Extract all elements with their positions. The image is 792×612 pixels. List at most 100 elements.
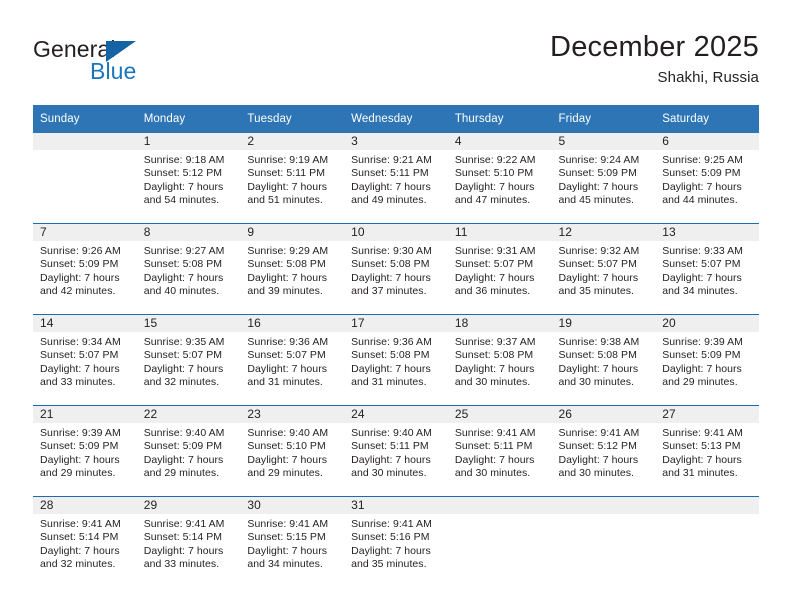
calendar-day-cell[interactable]: 24 Sunrise: 9:40 AM Sunset: 5:11 PM Dayligh… bbox=[344, 405, 448, 497]
calendar-day-cell[interactable]: 1 Sunrise: 9:18 AM Sunset: 5:12 PM Daylight… bbox=[136, 133, 241, 224]
sunrise-text: Sunrise: 9:36 AM bbox=[351, 336, 432, 348]
calendar-day-cell[interactable]: 21 Sunrise: 9:39 AM Sunset: 5:09 PM Dayligh… bbox=[33, 405, 137, 497]
daylight-text: and 29 minutes. bbox=[40, 467, 116, 480]
sunrise-text: Sunrise: 9:21 AM bbox=[351, 154, 432, 166]
calendar-day-cell[interactable]: 30 Sunrise: 9:41 AM Sunset: 5:15 PM Dayligh… bbox=[240, 496, 345, 587]
day-sun-details: Sunrise: 9:35 AM Sunset: 5:07 PM Daylight:… bbox=[137, 332, 241, 390]
sunset-text: Sunset: 5:07 PM bbox=[558, 258, 637, 271]
calendar-day-cell[interactable]: 7 Sunrise: 9:26 AM Sunset: 5:09 PM Daylight… bbox=[33, 223, 137, 315]
day-cell-inner: 23 Sunrise: 9:40 AM Sunset: 5:10 PM Dayligh… bbox=[240, 406, 345, 496]
day-cell-inner: 27 Sunrise: 9:41 AM Sunset: 5:13 PM Dayligh… bbox=[655, 406, 759, 496]
day-number: 26 bbox=[551, 406, 656, 423]
day-cell-inner: 28 Sunrise: 9:41 AM Sunset: 5:14 PM Dayligh… bbox=[33, 497, 137, 587]
day-number: 4 bbox=[447, 133, 552, 150]
calendar-day-cell[interactable]: 3 Sunrise: 9:21 AM Sunset: 5:11 PM Daylight… bbox=[344, 133, 448, 224]
weekday-header-saturday: Saturday bbox=[655, 105, 759, 133]
daylight-text: and 32 minutes. bbox=[40, 558, 116, 571]
daylight-text: and 32 minutes. bbox=[143, 376, 220, 389]
calendar-day-cell[interactable]: 18 Sunrise: 9:37 AM Sunset: 5:08 PM Dayligh… bbox=[447, 314, 552, 406]
day-sun-details: Sunrise: 9:25 AM Sunset: 5:09 PM Daylight:… bbox=[655, 150, 759, 208]
sunset-text: Sunset: 5:09 PM bbox=[662, 167, 741, 180]
sunset-text: Sunset: 5:09 PM bbox=[40, 440, 119, 453]
sunrise-text: Sunrise: 9:25 AM bbox=[662, 154, 743, 166]
calendar-page: General Blue December 2025 Shakhi, Russi… bbox=[0, 0, 792, 612]
daylight-text: Daylight: 7 hours bbox=[662, 271, 742, 284]
calendar-day-cell[interactable]: 9 Sunrise: 9:29 AM Sunset: 5:08 PM Daylight… bbox=[240, 223, 345, 315]
day-number: 30 bbox=[240, 497, 345, 514]
day-sun-details: Sunrise: 9:21 AM Sunset: 5:11 PM Daylight:… bbox=[344, 150, 448, 208]
calendar-day-cell[interactable]: 31 Sunrise: 9:41 AM Sunset: 5:16 PM Dayligh… bbox=[344, 496, 448, 587]
calendar-day-cell[interactable]: 5 Sunrise: 9:24 AM Sunset: 5:09 PM Daylight… bbox=[551, 133, 656, 224]
day-sun-details bbox=[655, 514, 759, 518]
day-sun-details: Sunrise: 9:38 AM Sunset: 5:08 PM Daylight:… bbox=[552, 332, 656, 390]
calendar-day-cell[interactable]: 10 Sunrise: 9:30 AM Sunset: 5:08 PM Dayligh… bbox=[344, 223, 448, 315]
calendar-day-cell[interactable]: 16 Sunrise: 9:36 AM Sunset: 5:07 PM Dayligh… bbox=[240, 314, 345, 406]
calendar-day-cell[interactable]: 20 Sunrise: 9:39 AM Sunset: 5:09 PM Dayligh… bbox=[655, 314, 759, 406]
sunset-text: Sunset: 5:12 PM bbox=[143, 167, 223, 180]
calendar-day-cell[interactable]: 17 Sunrise: 9:36 AM Sunset: 5:08 PM Dayligh… bbox=[344, 314, 448, 406]
calendar-day-cell[interactable]: 15 Sunrise: 9:35 AM Sunset: 5:07 PM Dayligh… bbox=[136, 314, 241, 406]
calendar-day-cell[interactable]: 14 Sunrise: 9:34 AM Sunset: 5:07 PM Dayligh… bbox=[33, 314, 137, 406]
day-sun-details: Sunrise: 9:36 AM Sunset: 5:08 PM Daylight:… bbox=[344, 332, 448, 390]
day-sun-details: Sunrise: 9:24 AM Sunset: 5:09 PM Daylight:… bbox=[552, 150, 656, 208]
sunset-text: Sunset: 5:11 PM bbox=[351, 440, 429, 453]
sunrise-text: Sunrise: 9:41 AM bbox=[351, 518, 432, 530]
day-sun-details: Sunrise: 9:40 AM Sunset: 5:10 PM Daylight:… bbox=[240, 423, 344, 481]
daylight-text: and 29 minutes. bbox=[247, 467, 323, 480]
sunrise-text: Sunrise: 9:41 AM bbox=[247, 518, 329, 530]
day-number: 5 bbox=[551, 133, 656, 150]
sunrise-text: Sunrise: 9:22 AM bbox=[454, 154, 536, 166]
calendar-day-cell[interactable]: 26 Sunrise: 9:41 AM Sunset: 5:12 PM Dayligh… bbox=[551, 405, 656, 497]
sunset-text: Sunset: 5:07 PM bbox=[40, 349, 119, 362]
day-number: 17 bbox=[344, 315, 448, 332]
day-cell-inner: 3 Sunrise: 9:21 AM Sunset: 5:11 PM Daylight… bbox=[344, 133, 448, 223]
daylight-text: and 31 minutes. bbox=[351, 376, 427, 389]
daylight-text: and 47 minutes. bbox=[454, 194, 531, 207]
calendar-day-cell[interactable]: 12 Sunrise: 9:32 AM Sunset: 5:07 PM Dayligh… bbox=[551, 223, 656, 315]
day-number: 27 bbox=[655, 406, 759, 423]
sunset-text: Sunset: 5:07 PM bbox=[662, 258, 741, 271]
daylight-text: and 42 minutes. bbox=[40, 285, 116, 298]
daylight-text: and 45 minutes. bbox=[558, 194, 634, 207]
calendar-day-cell[interactable]: 2 Sunrise: 9:19 AM Sunset: 5:11 PM Daylight… bbox=[240, 133, 345, 224]
day-cell-inner: 9 Sunrise: 9:29 AM Sunset: 5:08 PM Daylight… bbox=[240, 224, 345, 314]
daylight-text: and 29 minutes. bbox=[662, 376, 738, 389]
daylight-text: Daylight: 7 hours bbox=[40, 544, 120, 557]
day-number: 8 bbox=[136, 224, 241, 241]
daylight-text: Daylight: 7 hours bbox=[662, 362, 742, 375]
daylight-text: Daylight: 7 hours bbox=[40, 362, 120, 375]
sunset-text: Sunset: 5:08 PM bbox=[558, 349, 637, 362]
sunset-text: Sunset: 5:13 PM bbox=[662, 440, 741, 453]
logo-text-blue: Blue bbox=[90, 58, 137, 84]
sunrise-text: Sunrise: 9:37 AM bbox=[454, 336, 536, 348]
day-cell-inner: 18 Sunrise: 9:37 AM Sunset: 5:08 PM Dayligh… bbox=[447, 315, 552, 405]
daylight-text: and 39 minutes. bbox=[247, 285, 323, 298]
calendar-day-cell[interactable]: 11 Sunrise: 9:31 AM Sunset: 5:07 PM Dayligh… bbox=[447, 223, 552, 315]
calendar-day-cell[interactable]: 25 Sunrise: 9:41 AM Sunset: 5:11 PM Dayligh… bbox=[447, 405, 552, 497]
calendar-day-cell[interactable]: 19 Sunrise: 9:38 AM Sunset: 5:08 PM Dayligh… bbox=[551, 314, 656, 406]
calendar-day-cell[interactable]: 8 Sunrise: 9:27 AM Sunset: 5:08 PM Daylight… bbox=[136, 223, 241, 315]
sunset-text: Sunset: 5:08 PM bbox=[454, 349, 534, 362]
calendar-day-cell[interactable]: 4 Sunrise: 9:22 AM Sunset: 5:10 PM Daylight… bbox=[447, 133, 552, 224]
calendar-week-row: 28 Sunrise: 9:41 AM Sunset: 5:14 PM Dayligh… bbox=[33, 496, 759, 587]
calendar-day-cell[interactable]: 28 Sunrise: 9:41 AM Sunset: 5:14 PM Dayligh… bbox=[33, 496, 137, 587]
calendar-day-cell[interactable]: 27 Sunrise: 9:41 AM Sunset: 5:13 PM Dayligh… bbox=[655, 405, 759, 497]
day-number bbox=[447, 497, 552, 514]
sunset-text: Sunset: 5:08 PM bbox=[143, 258, 223, 271]
calendar-day-cell[interactable]: 23 Sunrise: 9:40 AM Sunset: 5:10 PM Dayligh… bbox=[240, 405, 345, 497]
day-cell-inner: 13 Sunrise: 9:33 AM Sunset: 5:07 PM Dayligh… bbox=[655, 224, 759, 314]
calendar-day-cell[interactable]: 29 Sunrise: 9:41 AM Sunset: 5:14 PM Dayligh… bbox=[136, 496, 241, 587]
daylight-text: Daylight: 7 hours bbox=[40, 271, 120, 284]
calendar-day-cell[interactable]: 13 Sunrise: 9:33 AM Sunset: 5:07 PM Dayligh… bbox=[655, 223, 759, 315]
day-cell-inner: 24 Sunrise: 9:40 AM Sunset: 5:11 PM Dayligh… bbox=[344, 406, 448, 496]
sunrise-text: Sunrise: 9:40 AM bbox=[143, 427, 225, 439]
day-sun-details: Sunrise: 9:41 AM Sunset: 5:13 PM Daylight:… bbox=[655, 423, 759, 481]
weekday-header-monday: Monday bbox=[136, 105, 241, 133]
sunset-text: Sunset: 5:14 PM bbox=[40, 531, 119, 544]
calendar-day-cell[interactable]: 22 Sunrise: 9:40 AM Sunset: 5:09 PM Dayligh… bbox=[136, 405, 241, 497]
daylight-text: and 35 minutes. bbox=[351, 558, 427, 571]
calendar-day-cell[interactable]: 6 Sunrise: 9:25 AM Sunset: 5:09 PM Daylight… bbox=[655, 133, 759, 224]
general-blue-logo[interactable]: General Blue bbox=[33, 36, 293, 88]
calendar-body: 1 Sunrise: 9:18 AM Sunset: 5:12 PM Daylight… bbox=[33, 133, 759, 587]
sunrise-text: Sunrise: 9:18 AM bbox=[143, 154, 225, 166]
